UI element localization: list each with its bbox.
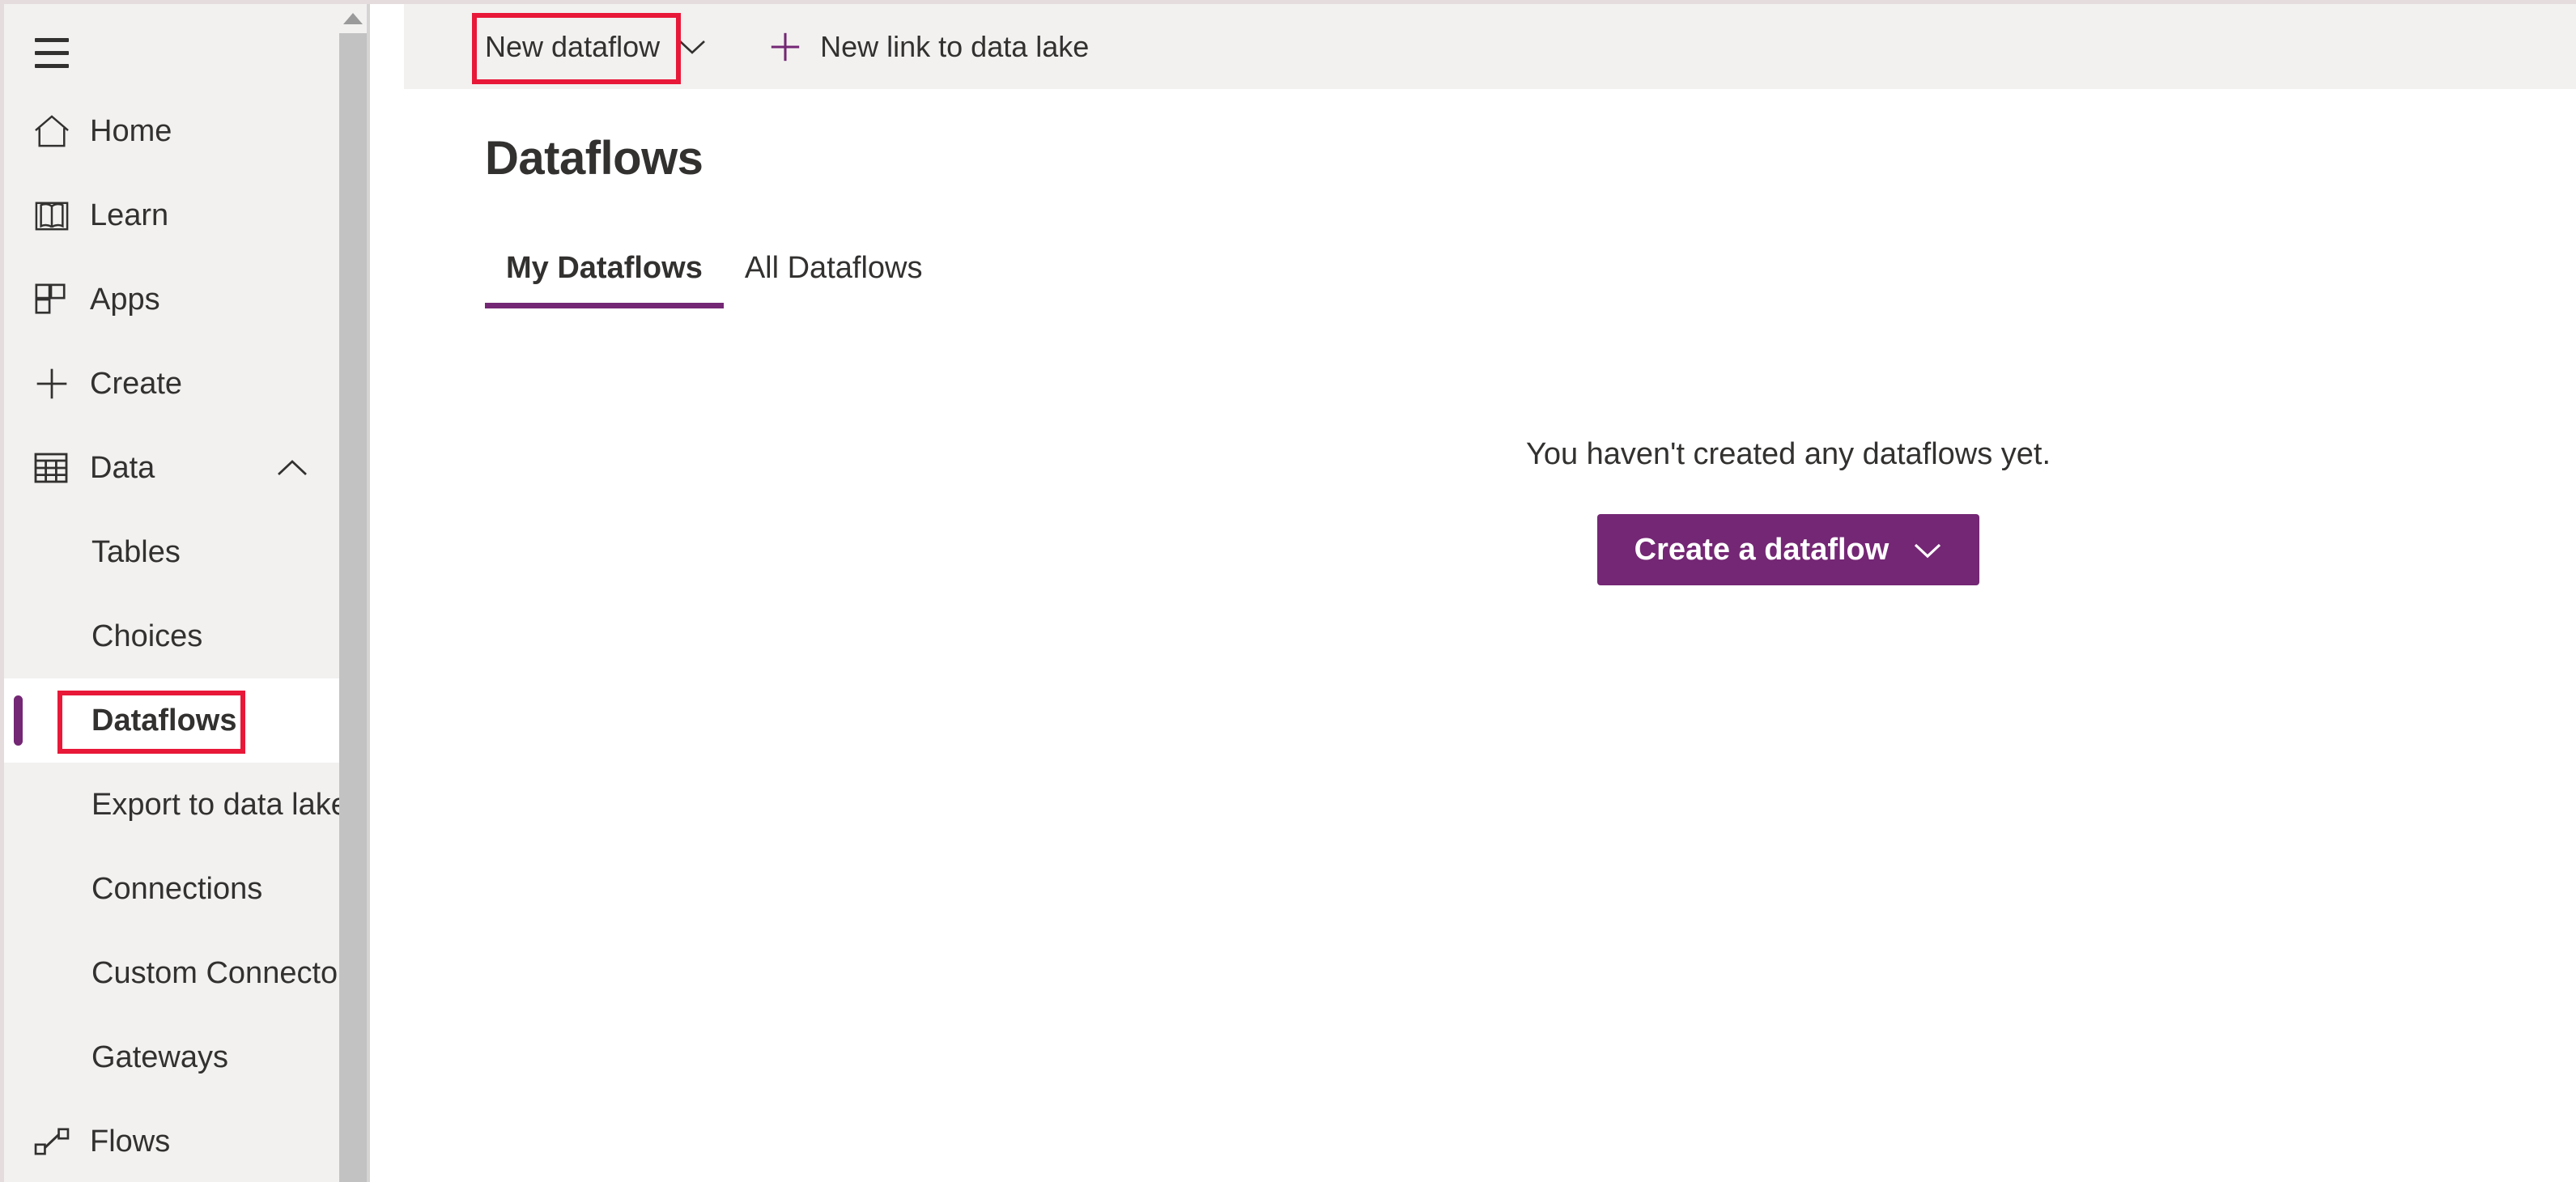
sidebar-item-label: Apps <box>90 282 160 317</box>
sidebar-item-tables[interactable]: Tables <box>4 510 370 594</box>
new-link-to-data-lake-label: New link to data lake <box>820 29 1090 63</box>
sidebar-item-label: Data <box>90 450 155 485</box>
sidebar-item-label: Learn <box>90 198 169 232</box>
sidebar-item-connections[interactable]: Connections <box>4 847 370 931</box>
empty-state-message: You haven't created any dataflows yet. <box>1525 437 2051 471</box>
sidebar-item-export-to-data-lake[interactable]: Export to data lake <box>4 763 370 847</box>
main-content-area: New dataflow New link to data lake Dataf… <box>404 4 2576 1182</box>
empty-state: You haven't created any dataflows yet. C… <box>1424 437 2153 585</box>
tab-my-dataflows[interactable]: My Dataflows <box>485 251 724 308</box>
create-a-dataflow-button[interactable]: Create a dataflow <box>1596 514 1980 585</box>
sidebar-item-choices[interactable]: Choices <box>4 594 370 678</box>
tab-label: My Dataflows <box>506 251 703 285</box>
sidebar-item-label: Home <box>90 113 172 148</box>
chevron-up-icon[interactable] <box>274 450 310 486</box>
sidebar-item-label: Connections <box>91 871 263 906</box>
create-a-dataflow-label: Create a dataflow <box>1634 532 1889 567</box>
apps-grid-icon <box>33 280 79 319</box>
hamburger-line <box>35 37 69 42</box>
chevron-down-icon <box>1913 533 1942 568</box>
plus-icon <box>33 364 79 403</box>
plus-icon <box>768 30 802 64</box>
sidebar-item-create[interactable]: Create <box>4 342 370 426</box>
sidebar-item-label: Custom Connectors <box>91 955 363 990</box>
sidebar-item-flows[interactable]: Flows <box>4 1099 370 1182</box>
sidebar-item-gateways[interactable]: Gateways <box>4 1015 370 1099</box>
scroll-up-arrow-icon[interactable] <box>339 4 367 33</box>
sidebar-nav-list: Home Learn Apps Create Data Tables Choic… <box>4 89 370 1182</box>
sidebar-item-home[interactable]: Home <box>4 89 370 173</box>
scrollbar-thumb[interactable] <box>339 33 367 1182</box>
selected-indicator-bar <box>14 695 23 746</box>
sidebar-item-label: Export to data lake <box>91 787 348 822</box>
sidebar-divider <box>367 4 370 1182</box>
new-dataflow-label: New dataflow <box>485 29 661 63</box>
sidebar-item-label: Create <box>90 366 183 401</box>
sidebar-item-data[interactable]: Data <box>4 426 370 510</box>
sidebar-item-custom-connectors[interactable]: Custom Connectors <box>4 931 370 1015</box>
hamburger-menu-icon[interactable] <box>32 28 88 77</box>
flow-icon <box>33 1122 79 1161</box>
sidebar-item-apps[interactable]: Apps <box>4 257 370 342</box>
tab-all-dataflows[interactable]: All Dataflows <box>724 251 944 308</box>
table-grid-icon <box>33 449 79 487</box>
page-title: Dataflows <box>485 132 704 185</box>
sidebar-item-label: Dataflows <box>91 703 237 738</box>
command-bar: New dataflow New link to data lake <box>404 4 2576 89</box>
sidebar-item-label: Tables <box>91 534 181 569</box>
new-dataflow-button[interactable]: New dataflow <box>477 4 715 89</box>
tab-bar: My Dataflows All Dataflows <box>485 251 943 308</box>
tab-label: All Dataflows <box>744 251 923 285</box>
book-icon <box>33 196 79 235</box>
new-link-to-data-lake-button[interactable]: New link to data lake <box>760 4 1097 89</box>
sidebar-item-label: Flows <box>90 1124 171 1159</box>
hamburger-line <box>35 50 69 55</box>
sidebar-scrollbar[interactable] <box>339 4 367 1182</box>
page-body: Dataflows My Dataflows All Dataflows You… <box>404 89 2576 1182</box>
sidebar-item-label: Gateways <box>91 1040 228 1074</box>
sidebar-item-label: Choices <box>91 619 203 653</box>
sidebar-item-dataflows[interactable]: Dataflows <box>4 678 370 763</box>
sidebar-item-learn[interactable]: Learn <box>4 173 370 257</box>
sidebar: Home Learn Apps Create Data Tables Choic… <box>4 4 370 1182</box>
chevron-down-icon[interactable] <box>678 38 707 56</box>
hamburger-line <box>35 63 69 68</box>
app-window: Home Learn Apps Create Data Tables Choic… <box>0 0 2576 1182</box>
home-icon <box>33 112 79 151</box>
